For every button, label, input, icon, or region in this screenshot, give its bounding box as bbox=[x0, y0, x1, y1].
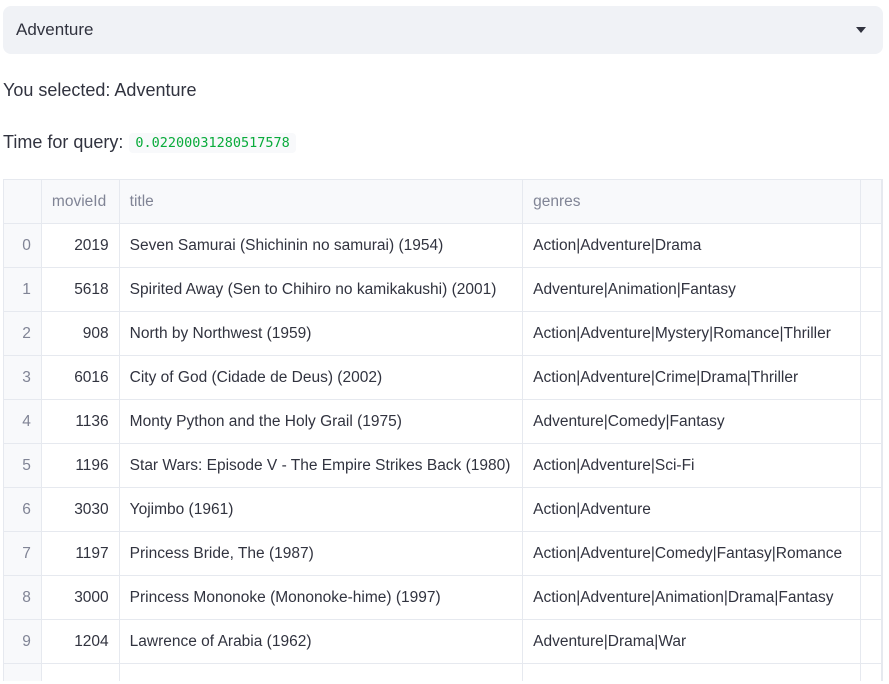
query-time-value: 0.02200031280517578 bbox=[129, 132, 296, 153]
genres-cell[interactable]: Adventure|Comedy|Fantasy bbox=[522, 399, 861, 444]
genres-cell[interactable]: Action|Adventure|Comedy|Fantasy|Romance bbox=[522, 531, 861, 576]
empty-cell bbox=[860, 443, 882, 488]
genres-cell[interactable]: Action|Adventure|Mystery|Romance|Thrille… bbox=[522, 311, 861, 356]
selected-text: You selected: Adventure bbox=[3, 80, 197, 100]
genres-cell[interactable]: Action|Adventure|Drama bbox=[522, 223, 861, 268]
empty-cell bbox=[860, 531, 882, 576]
title-cell[interactable]: Seven Samurai (Shichinin no samurai) (19… bbox=[119, 223, 524, 268]
genres-cell[interactable]: Adventure|Animation|Fantasy bbox=[522, 267, 861, 312]
movie-id-cell[interactable]: 1136 bbox=[41, 399, 120, 444]
table-row: 1 5618 Spirited Away (Sen to Chihiro no ka… bbox=[4, 267, 882, 312]
title-cell[interactable]: City of God (Cidade de Deus) (2002) bbox=[119, 355, 524, 400]
empty-cell bbox=[522, 663, 861, 681]
row-index[interactable]: 1 bbox=[4, 267, 42, 312]
results-table[interactable]: movieId title genres 0 2019 Seven Samurai (S… bbox=[3, 179, 883, 681]
title-cell[interactable]: Spirited Away (Sen to Chihiro no kamikak… bbox=[119, 267, 524, 312]
title-cell[interactable]: Yojimbo (1961) bbox=[119, 487, 524, 532]
empty-cell bbox=[860, 355, 882, 400]
table-row: 5 1196 Star Wars: Episode V - The Empire S… bbox=[4, 443, 882, 488]
genres-cell[interactable]: Action|Adventure bbox=[522, 487, 861, 532]
movie-id-cell[interactable]: 6016 bbox=[41, 355, 120, 400]
empty-cell bbox=[860, 399, 882, 444]
query-time-label: Time for query: bbox=[3, 132, 124, 152]
table-row: 7 1197 Princess Bride, The (1987) Action|Ad… bbox=[4, 531, 882, 576]
genres-cell[interactable]: Action|Adventure|Sci-Fi bbox=[522, 443, 861, 488]
row-index[interactable]: 6 bbox=[4, 487, 42, 532]
empty-cell bbox=[860, 619, 882, 664]
column-header[interactable]: movieId bbox=[41, 180, 120, 224]
empty-cell bbox=[119, 663, 524, 681]
table-row: 2 908 North by Northwest (1959) Action|Adve… bbox=[4, 311, 882, 356]
table-row: 6 3030 Yojimbo (1961) Action|Adventure bbox=[4, 487, 882, 532]
table-row: 3 6016 City of God (Cidade de Deus) (2002)… bbox=[4, 355, 882, 400]
title-cell[interactable]: Star Wars: Episode V - The Empire Strike… bbox=[119, 443, 524, 488]
movie-id-cell[interactable]: 1204 bbox=[41, 619, 120, 664]
movie-id-cell[interactable]: 5618 bbox=[41, 267, 120, 312]
genres-cell[interactable]: Action|Adventure|Crime|Drama|Thriller bbox=[522, 355, 861, 400]
movie-id-cell[interactable]: 1197 bbox=[41, 531, 120, 576]
genre-select-value: Adventure bbox=[16, 20, 94, 39]
column-header-empty bbox=[860, 180, 882, 224]
row-index[interactable]: 2 bbox=[4, 311, 42, 356]
empty-cell bbox=[860, 311, 882, 356]
table-row: 9 1204 Lawrence of Arabia (1962) Adventure|… bbox=[4, 619, 882, 664]
empty-cell bbox=[860, 575, 882, 620]
table-row: 4 1136 Monty Python and the Holy Grail (19… bbox=[4, 399, 882, 444]
movie-id-cell[interactable]: 2019 bbox=[41, 223, 120, 268]
query-time: Time for query: 0.02200031280517578 bbox=[3, 132, 296, 153]
title-cell[interactable]: Princess Bride, The (1987) bbox=[119, 531, 524, 576]
movie-id-cell[interactable]: 3030 bbox=[41, 487, 120, 532]
chevron-down-icon[interactable] bbox=[856, 27, 866, 33]
table-row-partial bbox=[4, 663, 882, 681]
column-header[interactable]: title bbox=[119, 180, 524, 224]
column-header[interactable] bbox=[4, 180, 42, 224]
genre-select[interactable]: Adventure bbox=[3, 6, 883, 54]
movie-id-cell[interactable]: 3000 bbox=[41, 575, 120, 620]
genres-cell[interactable]: Action|Adventure|Animation|Drama|Fantasy bbox=[522, 575, 861, 620]
row-index[interactable]: 3 bbox=[4, 355, 42, 400]
empty-cell bbox=[860, 223, 882, 268]
table-row: 0 2019 Seven Samurai (Shichinin no samurai… bbox=[4, 223, 882, 268]
row-index[interactable]: 9 bbox=[4, 619, 42, 664]
empty-cell bbox=[4, 663, 42, 681]
column-header[interactable]: genres bbox=[522, 180, 861, 224]
title-cell[interactable]: North by Northwest (1959) bbox=[119, 311, 524, 356]
title-cell[interactable]: Lawrence of Arabia (1962) bbox=[119, 619, 524, 664]
empty-cell bbox=[860, 663, 882, 681]
row-index[interactable]: 7 bbox=[4, 531, 42, 576]
title-cell[interactable]: Princess Mononoke (Mononoke-hime) (1997) bbox=[119, 575, 524, 620]
empty-cell bbox=[860, 487, 882, 532]
movie-id-cell[interactable]: 908 bbox=[41, 311, 120, 356]
empty-cell bbox=[860, 267, 882, 312]
title-cell[interactable]: Monty Python and the Holy Grail (1975) bbox=[119, 399, 524, 444]
genres-cell[interactable]: Adventure|Drama|War bbox=[522, 619, 861, 664]
row-index[interactable]: 5 bbox=[4, 443, 42, 488]
movie-id-cell[interactable]: 1196 bbox=[41, 443, 120, 488]
table-row: 8 3000 Princess Mononoke (Mononoke-hime) (… bbox=[4, 575, 882, 620]
row-index[interactable]: 4 bbox=[4, 399, 42, 444]
row-index[interactable]: 8 bbox=[4, 575, 42, 620]
row-index[interactable]: 0 bbox=[4, 223, 42, 268]
empty-cell bbox=[41, 663, 120, 681]
